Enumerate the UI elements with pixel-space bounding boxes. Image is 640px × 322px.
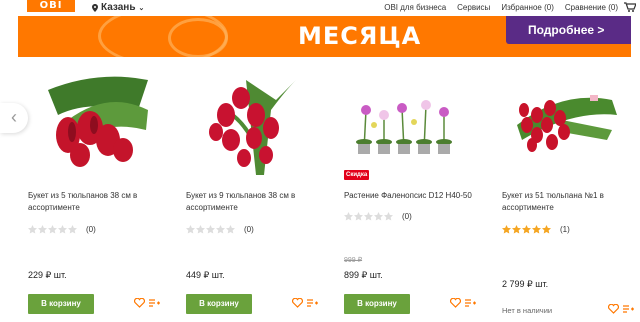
- review-count[interactable]: (1): [560, 225, 570, 234]
- review-count[interactable]: (0): [402, 212, 412, 221]
- star-empty-icon: [226, 225, 235, 234]
- product-card[interactable]: Букет из 51 тюльпана №1 в ассортименте (…: [502, 70, 634, 320]
- promo-banner[interactable]: МЕСЯЦА Подробнее >: [18, 16, 631, 57]
- product-image[interactable]: [344, 70, 474, 180]
- product-rating: (1): [502, 225, 570, 234]
- product-rating: (0): [186, 225, 254, 234]
- star-empty-icon: [28, 225, 37, 234]
- add-to-cart-button[interactable]: В корзину: [186, 294, 252, 314]
- star-filled-icon: [532, 225, 541, 234]
- location-pin-icon: [92, 3, 98, 12]
- header-links: OBI для бизнеса Сервисы Избранное (0) Ср…: [384, 3, 618, 12]
- star-empty-icon: [186, 225, 195, 234]
- carousel-prev-button[interactable]: ‹: [0, 103, 28, 133]
- product-image[interactable]: [28, 70, 158, 180]
- review-count[interactable]: (0): [244, 225, 254, 234]
- product-card[interactable]: Букет из 5 тюльпанов 38 см в ассортимент…: [28, 70, 160, 320]
- product-price: 2 799 ₽ шт.: [502, 279, 549, 289]
- old-price: 999 ₽: [344, 257, 363, 264]
- product-price: 899 ₽ шт.: [344, 270, 383, 280]
- link-services[interactable]: Сервисы: [457, 3, 490, 12]
- add-to-cart-button[interactable]: В корзину: [28, 294, 94, 314]
- banner-more-button[interactable]: Подробнее >: [506, 16, 631, 44]
- star-filled-icon: [512, 225, 521, 234]
- chevron-down-icon: ⌄: [138, 4, 145, 12]
- product-title[interactable]: Букет из 5 тюльпанов 38 см в ассортимент…: [28, 190, 158, 214]
- compare-icon[interactable]: [623, 304, 634, 314]
- chevron-left-icon: ‹: [11, 107, 17, 127]
- top-bar: OBI Казань ⌄ OBI для бизнеса Сервисы Изб…: [0, 0, 640, 16]
- product-image[interactable]: [186, 70, 316, 180]
- product-price: 449 ₽ шт.: [186, 270, 225, 280]
- obi-logo[interactable]: OBI: [27, 0, 75, 12]
- city-label: Казань: [101, 2, 136, 13]
- review-count[interactable]: (0): [86, 225, 96, 234]
- link-compare[interactable]: Сравнение (0): [565, 3, 618, 12]
- heart-icon[interactable]: [608, 304, 619, 314]
- add-to-cart-button[interactable]: В корзину: [344, 294, 410, 314]
- compare-icon[interactable]: [465, 298, 476, 308]
- heart-icon[interactable]: [292, 298, 303, 308]
- product-image[interactable]: [502, 70, 632, 180]
- star-empty-icon: [354, 212, 363, 221]
- product-title[interactable]: Растение Фаленопсис D12 H40-50: [344, 190, 474, 202]
- star-empty-icon: [344, 212, 353, 221]
- sale-badge: Скидка: [344, 170, 370, 180]
- product-title[interactable]: Букет из 9 тюльпанов 38 см в ассортимент…: [186, 190, 316, 214]
- product-rating: (0): [28, 225, 96, 234]
- product-title[interactable]: Букет из 51 тюльпана №1 в ассортименте: [502, 190, 632, 214]
- link-business[interactable]: OBI для бизнеса: [384, 3, 446, 12]
- star-empty-icon: [38, 225, 47, 234]
- banner-headline: МЕСЯЦА: [298, 22, 422, 50]
- star-empty-icon: [48, 225, 57, 234]
- compare-icon[interactable]: [307, 298, 318, 308]
- star-empty-icon: [196, 225, 205, 234]
- city-selector[interactable]: Казань ⌄: [92, 2, 144, 13]
- star-empty-icon: [206, 225, 215, 234]
- product-rating: (0): [344, 212, 412, 221]
- star-filled-icon: [502, 225, 511, 234]
- link-favorites[interactable]: Избранное (0): [501, 3, 554, 12]
- star-empty-icon: [58, 225, 67, 234]
- star-empty-icon: [68, 225, 77, 234]
- star-filled-icon: [522, 225, 531, 234]
- product-card[interactable]: Букет из 9 тюльпанов 38 см в ассортимент…: [186, 70, 318, 320]
- heart-icon[interactable]: [450, 298, 461, 308]
- star-empty-icon: [216, 225, 225, 234]
- star-empty-icon: [374, 212, 383, 221]
- heart-icon[interactable]: [134, 298, 145, 308]
- star-empty-icon: [384, 212, 393, 221]
- product-price: 229 ₽ шт.: [28, 270, 67, 280]
- compare-icon[interactable]: [149, 298, 160, 308]
- star-empty-icon: [364, 212, 373, 221]
- star-filled-icon: [542, 225, 551, 234]
- out-of-stock-label: Нет в наличии: [502, 306, 553, 315]
- product-card[interactable]: Скидка Растение Фаленопсис D12 H40-50 (0…: [344, 70, 476, 320]
- banner-decoration: [168, 18, 228, 57]
- cart-icon[interactable]: [624, 2, 636, 12]
